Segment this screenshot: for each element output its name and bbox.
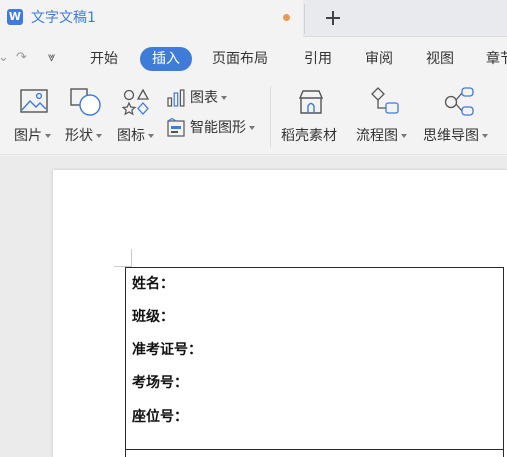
smart-graphic-tool[interactable]: 智能图形 (166, 118, 264, 140)
chart-icon (167, 89, 185, 107)
tab-insert[interactable]: 插入 (140, 47, 192, 71)
picture-label: 图片 (14, 128, 42, 144)
store-icon (298, 90, 324, 114)
icon-library-icon (121, 88, 150, 116)
picture-tool[interactable]: 图片 (13, 86, 55, 148)
document-title: 文字文稿1 (31, 10, 96, 26)
icon-label: 图标 (117, 128, 145, 144)
document-tab[interactable]: W 文字文稿1 (0, 0, 303, 37)
icon-tool[interactable]: 图标 (116, 86, 158, 148)
menu-bar: ⌄ ↷ ⩔ 开始 插入 页面布局 引用 审阅 视图 章节 (0, 37, 507, 80)
ribbon-group-divider (270, 86, 271, 148)
name-field-label: 姓名： (132, 276, 174, 292)
mindmap-icon (444, 87, 474, 116)
chevron-down-icon (148, 134, 154, 138)
shape-tool[interactable]: 形状 (64, 86, 106, 148)
tab-chapter[interactable]: 章节 (486, 47, 507, 71)
shape-label: 形状 (65, 128, 93, 144)
seat-number-field-label: 座位号： (132, 409, 188, 425)
quick-access-more-icon[interactable]: ⩔ (48, 49, 55, 67)
title-bar: W 文字文稿1 (0, 0, 507, 37)
mindmap-tool[interactable]: 思维导图 (423, 86, 507, 148)
flowchart-label: 流程图 (356, 128, 398, 144)
picture-icon (20, 89, 48, 113)
shape-icon (70, 88, 101, 116)
exam-info-table[interactable]: 姓名： 班级： 准考证号： 考场号： 座位号： (125, 267, 504, 450)
table-next-row[interactable] (125, 450, 504, 457)
tab-page-layout[interactable]: 页面布局 (212, 47, 268, 71)
new-tab-plus-icon[interactable] (320, 6, 346, 30)
chevron-down-icon (45, 134, 51, 138)
chevron-down-icon (401, 134, 407, 138)
exam-room-field-label: 考场号： (132, 375, 188, 391)
tab-divider (304, 4, 305, 34)
tab-references[interactable]: 引用 (304, 47, 332, 71)
chevron-down-icon (482, 134, 488, 138)
redo-icon[interactable]: ↷ (16, 49, 27, 67)
chevron-down-icon (96, 134, 102, 138)
chart-tool[interactable]: 图表 (166, 88, 238, 110)
admission-number-field-label: 准考证号： (132, 342, 202, 358)
margin-crop-mark (131, 249, 132, 267)
chart-label: 图表 (190, 90, 218, 106)
class-field-label: 班级： (132, 309, 174, 325)
tab-view[interactable]: 视图 (426, 47, 454, 71)
chevron-down-icon (249, 126, 255, 130)
wps-writer-logo-icon: W (7, 9, 23, 25)
tab-review[interactable]: 审阅 (365, 47, 393, 71)
unsaved-indicator-icon (283, 14, 290, 21)
smart-graphic-label: 智能图形 (190, 120, 246, 136)
undo-dropdown-icon[interactable]: ⌄ (0, 49, 9, 67)
tab-home[interactable]: 开始 (90, 47, 118, 71)
mindmap-label: 思维导图 (423, 128, 479, 144)
daoke-material-tool[interactable]: 稻壳素材 (280, 86, 344, 148)
daoke-material-label: 稻壳素材 (281, 128, 337, 144)
chevron-down-icon (221, 96, 227, 100)
flowchart-tool[interactable]: 流程图 (355, 86, 415, 148)
insert-ribbon: 图片 形状 图标 图表 智能图形 稻壳素材 流程图 思维导图 (0, 80, 507, 155)
flowchart-icon (371, 87, 399, 114)
smart-graphic-icon (167, 118, 185, 137)
